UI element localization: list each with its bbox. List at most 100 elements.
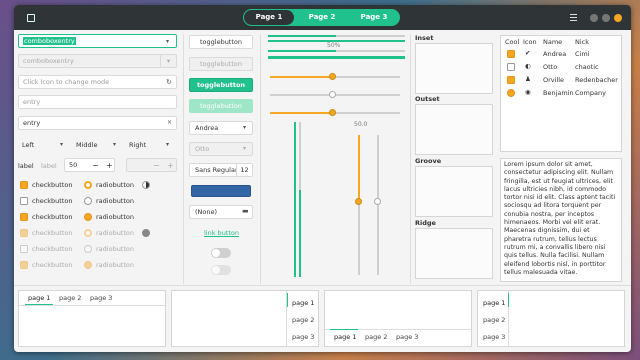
switch-off-disabled: [211, 265, 231, 275]
treeview[interactable]: Cool Icon Name Nick ✔ Andrea Cimi ◐ Otto…: [500, 35, 622, 152]
tree-row-name[interactable]: Orville: [543, 76, 564, 84]
progressbar-fill: [268, 35, 336, 37]
chevron-down-icon[interactable]: ▾: [113, 141, 116, 148]
notebook-tab[interactable]: page 1: [334, 333, 356, 341]
font-button[interactable]: Sans Regular: [189, 163, 239, 177]
minimize-icon[interactable]: [590, 14, 598, 22]
column-header-icon[interactable]: Icon: [523, 38, 537, 46]
placeholder-entry[interactable]: entry: [18, 95, 177, 109]
maximize-icon[interactable]: [602, 14, 610, 22]
textview[interactable]: Lorem ipsum dolor sit amet, consectetur …: [500, 158, 622, 282]
main-window: Page 1 Page 2 Page 3 comboboxentry ▾ com…: [14, 5, 631, 352]
tree-row-nick[interactable]: chaotic: [575, 63, 599, 71]
vertical-scale-knob-disabled: [374, 198, 381, 205]
clear-icon[interactable]: ×: [167, 119, 172, 126]
tab-page-1[interactable]: Page 1: [244, 10, 294, 25]
row-radio[interactable]: [507, 89, 515, 97]
vertical-scale-fill: [358, 135, 360, 202]
refresh-icon[interactable]: ↻: [166, 78, 172, 86]
notebook-tab[interactable]: page 3: [90, 294, 112, 302]
checkbutton-label: checkbutton: [32, 229, 73, 237]
notebook-tab[interactable]: page 1: [292, 299, 314, 307]
tree-row-name[interactable]: Benjamin: [543, 89, 574, 97]
icon-mode-placeholder: Click icon to change mode: [23, 78, 110, 86]
notebook-tab[interactable]: page 2: [59, 294, 81, 302]
notebook-tab[interactable]: page 2: [292, 316, 314, 324]
checkbutton-label: checkbutton: [32, 261, 73, 269]
tree-row-nick[interactable]: Cimi: [575, 50, 589, 58]
check-circle-icon: ✔: [525, 49, 531, 57]
row-checkbox[interactable]: [507, 76, 515, 84]
spin-minus-button: −: [153, 161, 160, 170]
radio-mixed-disabled: [84, 261, 92, 269]
radiobutton-label: radiobutton: [96, 229, 135, 237]
tab-indicator: [287, 293, 288, 307]
notebook-bottom-tabs: page 1 page 2 page 3: [324, 290, 472, 347]
radio-mixed[interactable]: [84, 213, 92, 221]
checkbutton-label: checkbutton: [32, 197, 73, 205]
align-middle[interactable]: Middle: [76, 141, 97, 149]
separator: [260, 34, 261, 284]
align-left[interactable]: Left: [22, 141, 34, 149]
radio-checked[interactable]: [84, 181, 92, 189]
entry-field[interactable]: entry: [18, 116, 177, 130]
column-header-nick[interactable]: Nick: [575, 38, 589, 46]
frame-inset: [415, 43, 493, 94]
comboboxentry-1[interactable]: comboboxentry: [18, 34, 177, 48]
vertical-progress-fill: [299, 190, 301, 277]
checkbox-unchecked[interactable]: [20, 197, 28, 205]
tree-row-name[interactable]: Otto: [543, 63, 557, 71]
tree-row-name[interactable]: Andrea: [543, 50, 566, 58]
notebook-tab[interactable]: page 3: [292, 333, 314, 341]
notebook-tab[interactable]: page 2: [365, 333, 387, 341]
link-button[interactable]: link button: [204, 229, 239, 237]
chevron-down-icon[interactable]: ▾: [60, 141, 63, 148]
vertical-progress-fill: [294, 122, 296, 277]
close-icon[interactable]: [614, 14, 622, 22]
notebook-tab[interactable]: page 2: [483, 316, 505, 324]
notebook-tab[interactable]: page 1: [28, 294, 50, 302]
vertical-scale-knob[interactable]: [355, 198, 362, 205]
row-checkbox[interactable]: [507, 63, 515, 71]
checkbox-checked[interactable]: [20, 181, 28, 189]
progress-label: 50%: [327, 42, 341, 49]
spin-label-disabled: label: [41, 162, 57, 170]
font-size[interactable]: 12: [236, 163, 253, 177]
column-header-name[interactable]: Name: [543, 38, 562, 46]
color-button[interactable]: [191, 185, 251, 197]
chevron-down-icon[interactable]: ▾: [166, 141, 169, 148]
comboboxentry-1-text: comboboxentry: [23, 37, 76, 45]
separator: [183, 34, 184, 284]
frame-label-outset: Outset: [415, 95, 440, 103]
spin-plus-button[interactable]: +: [106, 161, 113, 170]
notebook-tab[interactable]: page 3: [483, 333, 505, 341]
radio-unchecked[interactable]: [84, 197, 92, 205]
spinner-icon: [142, 229, 150, 237]
radiobutton-label: radiobutton: [96, 261, 135, 269]
row-checkbox[interactable]: [507, 50, 515, 58]
switch-off[interactable]: [211, 248, 231, 258]
togglebutton-normal[interactable]: togglebutton: [189, 35, 253, 49]
togglebutton-active[interactable]: togglebutton: [189, 78, 253, 92]
column-header-cool[interactable]: Cool: [505, 38, 519, 46]
tab-indicator: [508, 293, 509, 307]
notebook-top-tabs: page 1 page 2 page 3: [18, 290, 166, 347]
icon-mode-entry[interactable]: Click icon to change mode: [18, 75, 177, 89]
tab-page-3[interactable]: Page 3: [349, 10, 399, 25]
tree-row-nick[interactable]: Company: [575, 89, 606, 97]
spin-minus-button[interactable]: −: [92, 161, 99, 170]
notebook-tab[interactable]: page 3: [396, 333, 418, 341]
notebook-tab[interactable]: page 1: [483, 299, 505, 307]
tab-page-2[interactable]: Page 2: [297, 10, 347, 25]
align-right[interactable]: Right: [129, 141, 146, 149]
frame-label-inset: Inset: [415, 34, 434, 42]
checkbutton-label: checkbutton: [32, 181, 73, 189]
hamburger-menu-icon[interactable]: [570, 14, 577, 21]
chevron-down-icon[interactable]: ▾: [243, 124, 246, 131]
frame-label-groove: Groove: [415, 157, 442, 165]
tree-row-nick[interactable]: Redenbacher: [575, 76, 618, 84]
scale-knob[interactable]: [329, 73, 336, 80]
combo-arrow-icon[interactable]: ▾: [166, 38, 169, 45]
checkbox-mixed[interactable]: [20, 213, 28, 221]
scale-knob[interactable]: [329, 109, 336, 116]
